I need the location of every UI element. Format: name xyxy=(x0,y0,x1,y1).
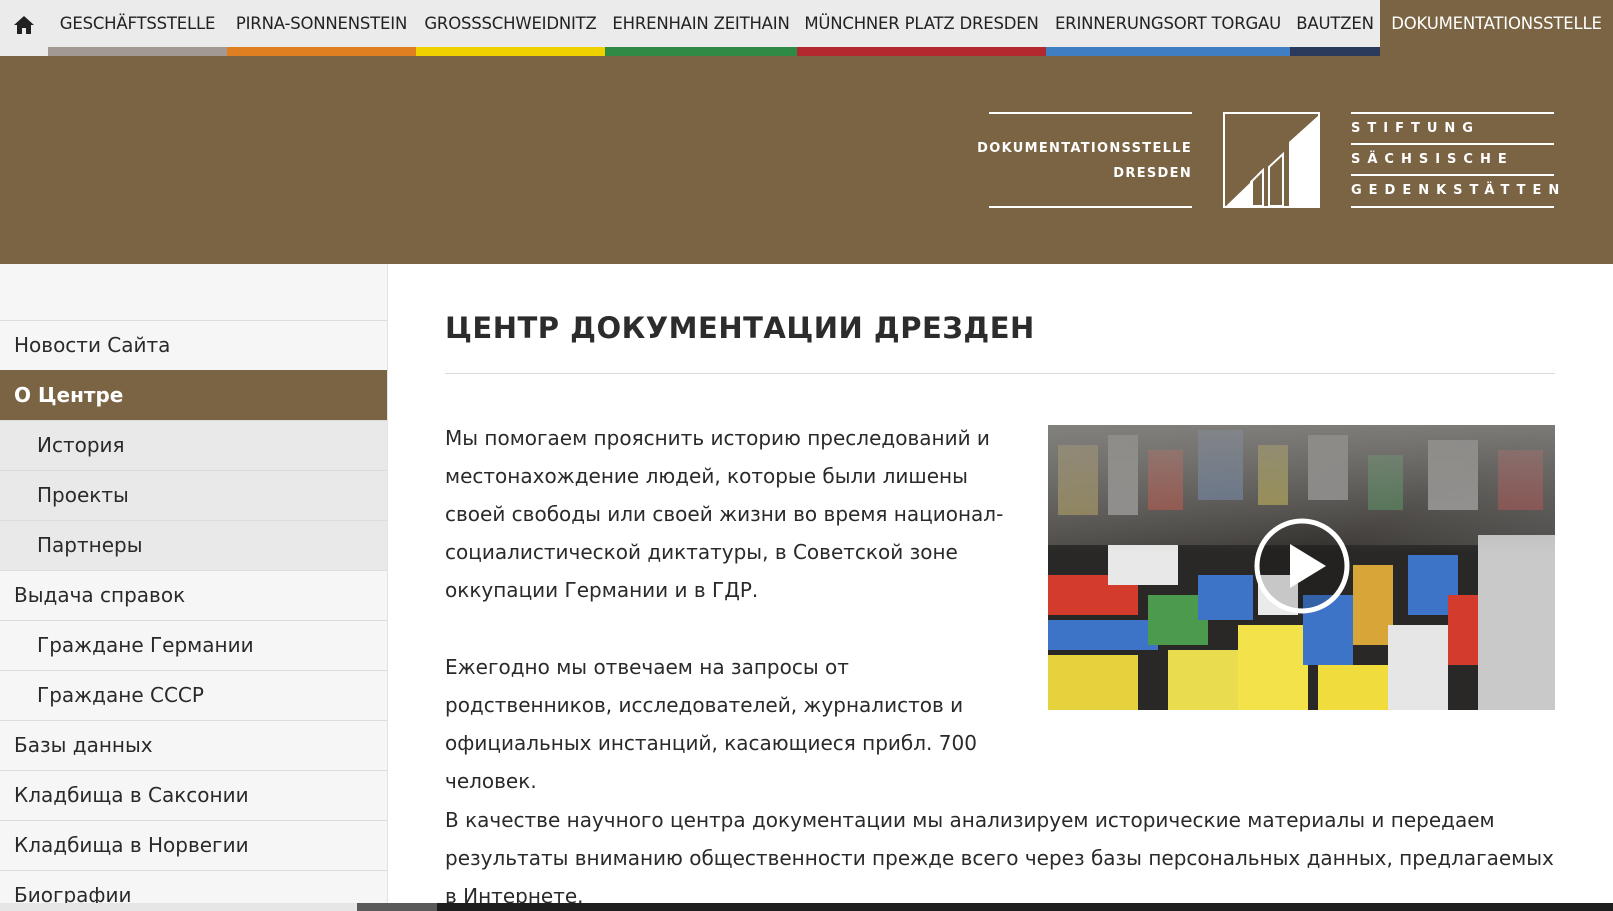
logo-line: DRESDEN xyxy=(1113,166,1192,181)
horizontal-scrollbar[interactable] xyxy=(0,903,1613,911)
sidebar-item-label: Граждане СССР xyxy=(37,683,204,707)
logo-dokumentationsstelle[interactable]: DOKUMENTATIONSSTELLE DRESDEN xyxy=(977,112,1192,208)
logo-line: STIFTUNG xyxy=(1351,121,1480,136)
sidebar-item-label: Кладбища в Норвегии xyxy=(14,833,249,857)
sidebar-item-label: Партнеры xyxy=(37,533,143,557)
nav-dokumentationsstelle[interactable]: DOKUMENTATIONSSTELLE xyxy=(1380,0,1613,56)
scrollbar-track-light xyxy=(0,903,357,911)
requests-paragraph: Ежегодно мы отвечаем на запросы от родст… xyxy=(445,655,977,793)
nav-color-bar xyxy=(227,47,416,56)
sidebar-item-databases[interactable]: Базы данных xyxy=(0,720,387,770)
sidebar-item-label: Кладбища в Саксонии xyxy=(14,783,249,807)
nav-pirna-sonnenstein[interactable]: PIRNA-SONNENSTEIN xyxy=(227,0,416,56)
logo-rule xyxy=(1351,174,1554,176)
nav-label: BAUTZEN xyxy=(1296,14,1374,33)
home-button[interactable] xyxy=(0,0,48,50)
nav-ehrenhain-zeithain[interactable]: EHRENHAIN ZEITHAIN xyxy=(605,0,797,56)
nav-label: PIRNA-SONNENSTEIN xyxy=(235,14,408,33)
sidebar-item-cemeteries-saxony[interactable]: Кладбища в Саксонии xyxy=(0,770,387,820)
title-divider xyxy=(445,373,1555,374)
sidebar-item-projects[interactable]: Проекты xyxy=(0,470,387,520)
nav-color-bar xyxy=(48,47,227,56)
nav-bautzen[interactable]: BAUTZEN xyxy=(1290,0,1380,56)
sidebar-item-label: История xyxy=(37,433,125,457)
nav-grossschweidnitz[interactable]: GROSSSCHWEIDNITZ xyxy=(416,0,605,56)
sidebar-item-history[interactable]: История xyxy=(0,420,387,470)
logo-line: GEDENKSTÄTTEN xyxy=(1351,183,1567,198)
nav-color-bar xyxy=(1290,47,1380,56)
home-icon xyxy=(14,16,34,34)
logo-rule xyxy=(1351,143,1554,145)
logo-rule xyxy=(1351,206,1554,208)
sidebar-item-partners[interactable]: Партнеры xyxy=(0,520,387,570)
video-player[interactable] xyxy=(1048,425,1555,710)
nav-erinnerungsort-torgau[interactable]: ERINNERUNGSORT TORGAU xyxy=(1046,0,1290,56)
sidebar-item-label: Проекты xyxy=(37,483,129,507)
nav-label: EHRENHAIN ZEITHAIN xyxy=(612,14,790,33)
sidebar-item-ussr-citizens[interactable]: Граждане СССР xyxy=(0,670,387,720)
sidebar-item-label: Граждане Германии xyxy=(37,633,254,657)
foundation-logo-icon[interactable] xyxy=(1223,112,1320,208)
sidebar-item-label: Выдача справок xyxy=(14,583,186,607)
sidebar-item-german-citizens[interactable]: Граждане Германии xyxy=(0,620,387,670)
research-paragraph: В качестве научного центра документации … xyxy=(445,808,1554,908)
sidebar-item-news[interactable]: Новости Сайта xyxy=(0,320,387,370)
sidebar: Новости Сайта О Центре История Проекты П… xyxy=(0,264,388,911)
nav-label: GESCHÄFTSSTELLE xyxy=(59,14,216,33)
sidebar-item-label: Базы данных xyxy=(14,733,153,757)
site-header: DOKUMENTATIONSSTELLE DRESDEN STIFTUNG SÄ… xyxy=(0,56,1613,264)
play-icon[interactable] xyxy=(1253,517,1351,615)
nav-label: DOKUMENTATIONSSTELLE xyxy=(1391,14,1602,33)
logo-stiftung[interactable]: STIFTUNG SÄCHSISCHE GEDENKSTÄTTEN xyxy=(1351,112,1559,208)
page-title: ЦЕНТР ДОКУМЕНТАЦИИ ДРЕЗДЕН xyxy=(445,311,1035,345)
logo-line: DOKUMENTATIONSSTELLE xyxy=(977,141,1192,156)
nav-geschaeftsstelle[interactable]: GESCHÄFTSSTELLE xyxy=(48,0,227,56)
nav-color-bar xyxy=(416,47,605,56)
top-navigation: GESCHÄFTSSTELLE PIRNA-SONNENSTEIN GROSSS… xyxy=(0,0,1613,56)
sidebar-item-label: О Центре xyxy=(14,383,124,407)
nav-color-bar xyxy=(797,47,1046,56)
nav-muenchner-platz-dresden[interactable]: MÜNCHNER PLATZ DRESDEN xyxy=(797,0,1046,56)
nav-label: MÜNCHNER PLATZ DRESDEN xyxy=(804,14,1039,33)
nav-color-bar xyxy=(605,47,797,56)
sidebar-item-about[interactable]: О Центре xyxy=(0,370,387,420)
sidebar-item-label: Новости Сайта xyxy=(14,333,171,357)
sidebar-item-certificates[interactable]: Выдача справок xyxy=(0,570,387,620)
logo-rule xyxy=(1351,112,1554,114)
intro-paragraph: Мы помогаем прояснить историю преследова… xyxy=(445,426,1004,602)
nav-color-bar xyxy=(1046,47,1290,56)
logo-line: SÄCHSISCHE xyxy=(1351,152,1514,167)
nav-label: ERINNERUNGSORT TORGAU xyxy=(1054,14,1282,33)
scrollbar-thumb[interactable] xyxy=(357,903,437,911)
sidebar-item-cemeteries-norway[interactable]: Кладбища в Норвегии xyxy=(0,820,387,870)
nav-label: GROSSSCHWEIDNITZ xyxy=(424,14,597,33)
